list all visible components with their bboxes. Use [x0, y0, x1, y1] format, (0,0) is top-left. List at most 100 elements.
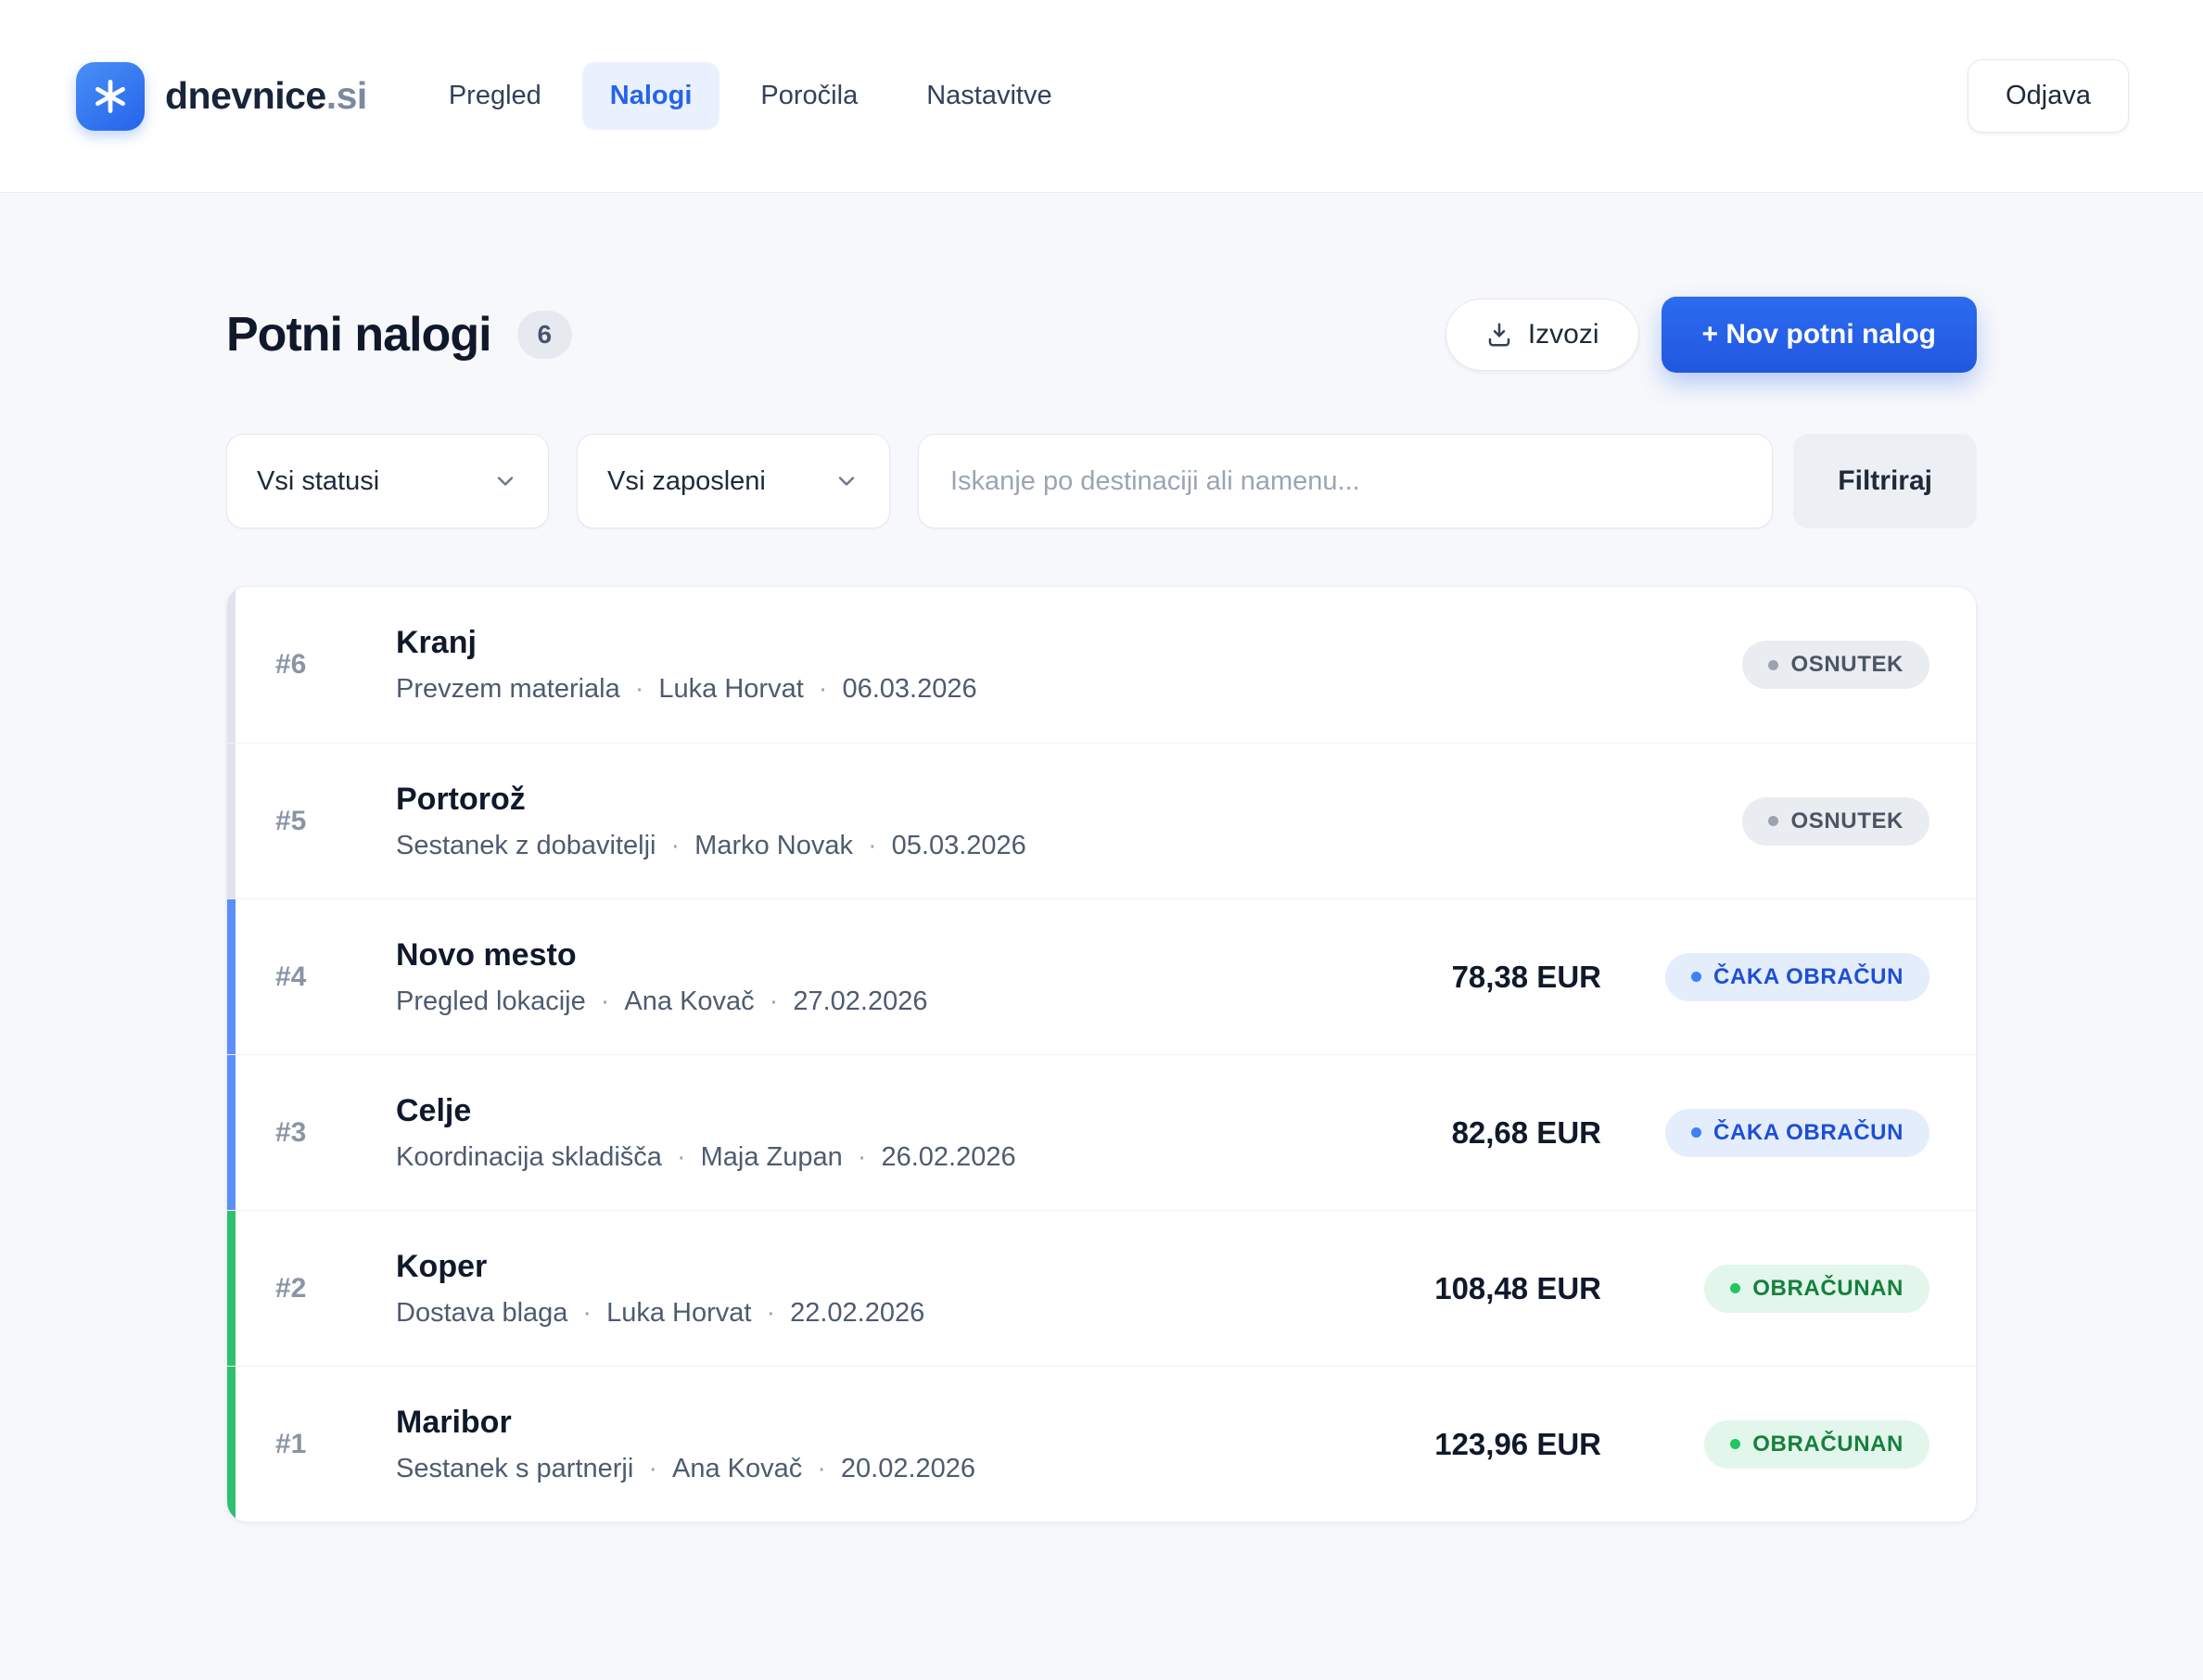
new-travel-order-button[interactable]: + Nov potni nalog	[1662, 297, 1978, 373]
order-employee: Ana Kovač	[672, 1454, 802, 1484]
order-id: #4	[275, 961, 396, 993]
status-badge: OSNUTEK	[1742, 641, 1929, 689]
status-badge-label: OSNUTEK	[1790, 652, 1904, 678]
status-badge: ČAKA OBRAČUN	[1665, 953, 1929, 1001]
table-row[interactable]: #6 Kranj Prevzem materiala · Luka Horvat…	[227, 587, 1976, 743]
download-icon	[1485, 321, 1513, 349]
asterisk-icon	[90, 76, 131, 117]
order-id: #2	[275, 1273, 396, 1305]
nav-item-nastavitve[interactable]: Nastavitve	[898, 62, 1079, 130]
status-accent-bar	[227, 587, 236, 743]
logout-button[interactable]: Odjava	[1967, 59, 2129, 133]
status-accent-bar	[227, 1211, 236, 1366]
meta-separator: ·	[868, 831, 877, 861]
order-destination: Celje	[396, 1093, 1323, 1129]
status-dot-icon	[1691, 1127, 1701, 1138]
order-amount: 82,68 EUR	[1323, 1115, 1601, 1151]
order-date: 27.02.2026	[793, 986, 927, 1017]
order-count-badge: 6	[517, 311, 573, 359]
order-date: 20.02.2026	[841, 1454, 975, 1484]
status-accent-bar	[227, 1055, 236, 1210]
nav-item-nalogi[interactable]: Nalogi	[582, 62, 720, 130]
order-meta: Prevzem materiala · Luka Horvat · 06.03.…	[396, 674, 1323, 705]
order-amount: 78,38 EUR	[1323, 960, 1601, 995]
employee-filter-select[interactable]: Vsi zaposleni	[577, 434, 890, 528]
status-badge-label: ČAKA OBRAČUN	[1713, 964, 1904, 990]
nav-item-pregled[interactable]: Pregled	[421, 62, 569, 130]
status-badge: ČAKA OBRAČUN	[1665, 1109, 1929, 1157]
table-row[interactable]: #3 Celje Koordinacija skladišča · Maja Z…	[227, 1054, 1976, 1210]
order-purpose: Prevzem materiala	[396, 674, 620, 705]
meta-separator: ·	[817, 1454, 826, 1484]
search-box	[918, 434, 1773, 528]
order-purpose: Pregled lokacije	[396, 986, 586, 1017]
export-button-label: Izvozi	[1528, 319, 1599, 350]
order-destination: Koper	[396, 1249, 1323, 1285]
filter-button[interactable]: Filtriraj	[1793, 434, 1977, 528]
order-meta: Pregled lokacije · Ana Kovač · 27.02.202…	[396, 986, 1323, 1017]
orders-list: #6 Kranj Prevzem materiala · Luka Horvat…	[226, 586, 1977, 1522]
order-id: #6	[275, 649, 396, 681]
status-badge-wrap: OBRAČUNAN	[1636, 1420, 1929, 1469]
order-date: 05.03.2026	[892, 831, 1026, 861]
order-purpose: Sestanek s partnerji	[396, 1454, 633, 1484]
meta-separator: ·	[770, 986, 779, 1017]
brand-logo-icon	[76, 62, 145, 131]
status-accent-bar	[227, 899, 236, 1054]
order-main: Celje Koordinacija skladišča · Maja Zupa…	[396, 1093, 1323, 1173]
status-badge: OSNUTEK	[1742, 797, 1929, 846]
order-date: 26.02.2026	[881, 1142, 1015, 1173]
filter-bar: Vsi statusi Vsi zaposleni Filtriraj	[226, 434, 1977, 528]
status-dot-icon	[1691, 972, 1701, 982]
status-badge-wrap: OSNUTEK	[1636, 797, 1929, 846]
meta-separator: ·	[677, 1142, 686, 1173]
order-employee: Ana Kovač	[624, 986, 754, 1017]
status-badge: OBRAČUNAN	[1704, 1420, 1929, 1469]
order-destination: Kranj	[396, 625, 1323, 661]
meta-separator: ·	[819, 674, 828, 705]
status-badge-wrap: OSNUTEK	[1636, 641, 1929, 689]
status-badge-wrap: ČAKA OBRAČUN	[1636, 953, 1929, 1001]
order-meta: Koordinacija skladišča · Maja Zupan · 26…	[396, 1142, 1323, 1173]
order-main: Koper Dostava blaga · Luka Horvat · 22.0…	[396, 1249, 1323, 1329]
nav-item-poro-ila[interactable]: Poročila	[732, 62, 885, 130]
order-purpose: Koordinacija skladišča	[396, 1142, 662, 1173]
main-nav: PregledNalogiPoročilaNastavitve	[421, 62, 1080, 130]
status-filter-value: Vsi statusi	[257, 466, 379, 497]
order-amount: 123,96 EUR	[1323, 1427, 1601, 1462]
meta-separator: ·	[671, 831, 681, 861]
export-button[interactable]: Izvozi	[1445, 299, 1639, 371]
order-meta: Dostava blaga · Luka Horvat · 22.02.2026	[396, 1298, 1323, 1329]
order-employee: Luka Horvat	[658, 674, 803, 705]
status-badge-wrap: ČAKA OBRAČUN	[1636, 1109, 1929, 1157]
order-destination: Novo mesto	[396, 937, 1323, 974]
status-filter-select[interactable]: Vsi statusi	[226, 434, 549, 528]
chevron-down-icon	[492, 468, 518, 494]
status-badge-label: OBRAČUNAN	[1752, 1276, 1904, 1302]
status-badge-wrap: OBRAČUNAN	[1636, 1265, 1929, 1313]
order-date: 22.02.2026	[790, 1298, 924, 1329]
table-row[interactable]: #1 Maribor Sestanek s partnerji · Ana Ko…	[227, 1366, 1976, 1521]
meta-separator: ·	[766, 1298, 775, 1329]
main-content: Potni nalogi 6 Izvozi + Nov potni nalog …	[226, 193, 1977, 1522]
status-accent-bar	[227, 1367, 236, 1521]
status-badge-label: OBRAČUNAN	[1752, 1432, 1904, 1457]
order-main: Kranj Prevzem materiala · Luka Horvat · …	[396, 625, 1323, 705]
order-main: Maribor Sestanek s partnerji · Ana Kovač…	[396, 1405, 1323, 1484]
order-destination: Portorož	[396, 782, 1323, 818]
status-badge: OBRAČUNAN	[1704, 1265, 1929, 1313]
table-row[interactable]: #2 Koper Dostava blaga · Luka Horvat · 2…	[227, 1210, 1976, 1366]
table-row[interactable]: #4 Novo mesto Pregled lokacije · Ana Kov…	[227, 898, 1976, 1054]
order-id: #1	[275, 1429, 396, 1460]
search-input[interactable]	[918, 434, 1773, 528]
status-badge-label: ČAKA OBRAČUN	[1713, 1120, 1904, 1146]
page-header: Potni nalogi 6 Izvozi + Nov potni nalog	[226, 297, 1977, 373]
meta-separator: ·	[858, 1142, 867, 1173]
meta-separator: ·	[648, 1454, 657, 1484]
brand-logo[interactable]: dnevnice.si	[76, 62, 367, 131]
table-row[interactable]: #5 Portorož Sestanek z dobavitelji · Mar…	[227, 743, 1976, 898]
status-dot-icon	[1768, 660, 1778, 670]
brand-name: dnevnice.si	[165, 74, 367, 118]
meta-separator: ·	[635, 674, 644, 705]
status-dot-icon	[1730, 1283, 1740, 1293]
